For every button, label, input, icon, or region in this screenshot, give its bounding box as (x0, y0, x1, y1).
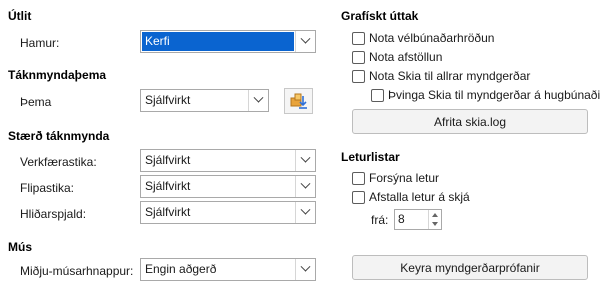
sidebar-value: Sjálfvirkt (145, 205, 191, 219)
sidebar-label: Hliðarspjald: (20, 207, 87, 221)
chevron-down-icon[interactable] (295, 176, 315, 197)
middle-button-value: Engin aðgerð (145, 262, 217, 276)
font-preview-checkbox[interactable] (352, 172, 365, 185)
skia-software-label: Þvinga Skia til myndgerðar á hugbúnaði (388, 88, 601, 102)
icon-size-section-title: Stærð táknmynda (8, 129, 110, 143)
antialias-label: Nota afstöllun (369, 50, 443, 64)
chevron-down-icon[interactable] (248, 90, 268, 111)
middle-button-combobox[interactable]: Engin aðgerð (140, 258, 316, 281)
hamur-value: Kerfi (142, 32, 294, 51)
skia-software-checkbox[interactable] (371, 89, 384, 102)
font-aa-from-value: 8 (398, 212, 405, 226)
toolbar-value: Sjálfvirkt (145, 153, 191, 167)
middle-button-label: Miðju-músarhnappur: (20, 264, 134, 278)
hamur-combobox[interactable]: Kerfi (140, 30, 316, 53)
graphics-section-title: Grafískt úttak (341, 9, 419, 23)
font-aa-label: Afstalla letur á skjá (369, 190, 470, 204)
fonts-section-title: Leturlistar (341, 150, 400, 164)
add-theme-button[interactable] (284, 88, 313, 114)
skia-checkbox[interactable] (352, 70, 365, 83)
font-aa-from-label: frá: (371, 213, 389, 227)
tabbar-value: Sjálfvirkt (145, 179, 191, 193)
hw-accel-checkbox[interactable] (352, 32, 365, 45)
theme-label: Þema (20, 95, 52, 109)
font-aa-from-spinbox[interactable]: 8 (394, 209, 442, 230)
sidebar-combobox[interactable]: Sjálfvirkt (140, 201, 316, 224)
tabbar-combobox[interactable]: Sjálfvirkt (140, 175, 316, 198)
spin-up-icon[interactable] (432, 213, 438, 217)
theme-value: Sjálfvirkt (145, 93, 191, 107)
chevron-down-icon[interactable] (295, 150, 315, 171)
chevron-down-icon[interactable] (295, 259, 315, 280)
toolbar-combobox[interactable]: Sjálfvirkt (140, 149, 316, 172)
hamur-label: Hamur: (20, 36, 60, 50)
tabbar-label: Flipastika: (20, 181, 75, 195)
chevron-down-icon[interactable] (295, 202, 315, 223)
utlit-section-title: Útlit (8, 9, 32, 23)
theme-combobox[interactable]: Sjálfvirkt (140, 89, 269, 112)
skia-label: Nota Skia til allrar myndgerðar (369, 69, 531, 83)
run-render-tests-button[interactable]: Keyra myndgerðarprófanir (352, 255, 588, 280)
spin-down-icon[interactable] (432, 222, 438, 226)
font-aa-checkbox[interactable] (352, 191, 365, 204)
chevron-down-icon[interactable] (295, 31, 315, 52)
icon-theme-section-title: Táknmyndaþema (8, 68, 107, 82)
mouse-section-title: Mús (8, 240, 32, 254)
copy-skia-log-button[interactable]: Afrita skia.log (352, 109, 588, 134)
font-preview-label: Forsýna letur (369, 171, 440, 185)
toolbar-label: Verkfærastika: (20, 155, 97, 169)
antialias-checkbox[interactable] (352, 51, 365, 64)
hw-accel-label: Nota vélbúnaðarhröðun (369, 31, 495, 45)
add-theme-icon (290, 93, 307, 109)
